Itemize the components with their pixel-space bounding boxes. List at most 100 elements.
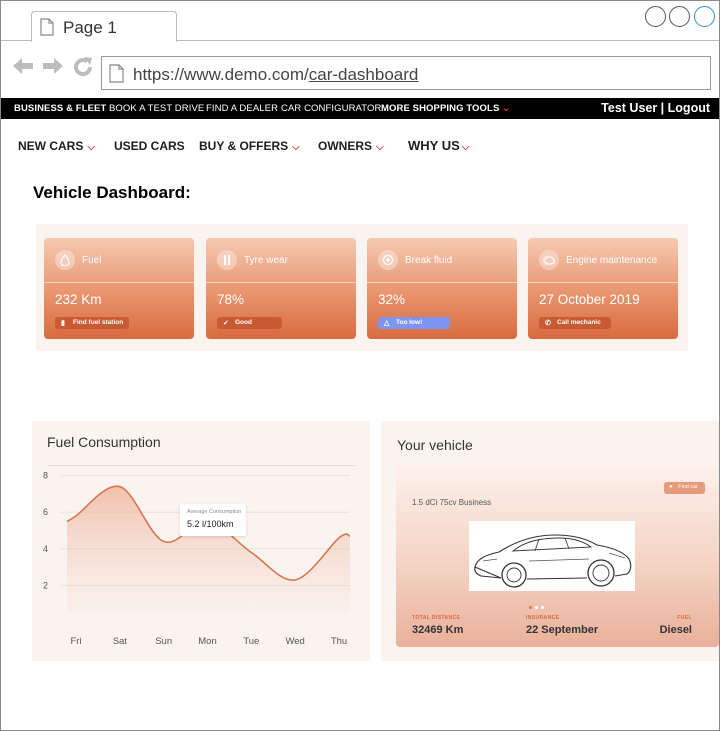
url-text: https://www.demo.com/car-dashboard [133, 65, 418, 85]
user-logout-link[interactable]: Test User | Logout [601, 101, 710, 115]
nav-used-cars[interactable]: USED CARS [114, 139, 185, 153]
stat-value: 22 September [526, 624, 599, 636]
card-label: Engine maintenance [566, 255, 658, 266]
chevron-down-icon: ⌵ [461, 142, 470, 153]
fuel-pump-icon: ▮ [61, 320, 65, 327]
back-arrow-icon[interactable] [11, 55, 35, 77]
call-mechanic-button[interactable]: ✆ Call mechanic [539, 317, 611, 329]
vehicle-card: 1.5 dCi 75cv Business ● Find car TOTAL D… [396, 465, 719, 647]
tooltip-value: 5.2 l/100km [187, 519, 234, 529]
card-value: 32% [378, 292, 406, 307]
fuel-card[interactable]: Fuel 232 Km ▮ Find fuel station [44, 238, 194, 339]
phone-icon: ✆ [545, 320, 551, 327]
browser-tab[interactable]: Page 1 [31, 11, 177, 42]
topbar-item-configurator[interactable]: CAR CONFIGURATOR [281, 103, 381, 114]
tyre-card[interactable]: Tyre wear 78% ✓ Good [206, 238, 356, 339]
nav-label: BUY & OFFERS [199, 139, 289, 153]
warning-badge: △ Too low! [378, 317, 451, 329]
main-nav: NEW CARS ⌵ USED CARS BUY & OFFERS ⌵ OWNERS… [1, 119, 719, 169]
stat-value: 32469 Km [412, 624, 464, 636]
topbar-item-more-tools[interactable]: MORE SHOPPING TOOLS ⌄ [381, 103, 510, 114]
fuel-consumption-panel: Fuel Consumption [32, 421, 370, 661]
engine-card[interactable]: Engine maintenance 27 October 2019 ✆ Call… [528, 238, 678, 339]
card-label: Break fluid [405, 255, 453, 266]
reload-icon[interactable] [71, 55, 95, 79]
find-fuel-station-button[interactable]: ▮ Find fuel station [55, 317, 130, 329]
carousel-dot[interactable] [529, 606, 532, 609]
nav-why-us[interactable]: WHY US ⌵ [408, 138, 469, 153]
badge-label: Find fuel station [73, 319, 124, 326]
divider [47, 465, 355, 466]
topbar-item-find-dealer[interactable]: FIND A DEALER [206, 103, 278, 114]
card-value: 232 Km [55, 292, 102, 307]
stat-label: TOTAL DISTANCE [412, 615, 461, 621]
nav-label: USED CARS [114, 139, 185, 153]
vehicle-title: Your vehicle [397, 437, 473, 453]
stat-total-distance: TOTAL DISTANCE 32469 Km [412, 615, 463, 636]
stat-label: INSURANCE [526, 615, 560, 621]
nav-buy-offers[interactable]: BUY & OFFERS ⌵ [199, 139, 300, 153]
stat-label: FUEL [677, 615, 692, 621]
stat-fuel: FUEL Diesel [660, 615, 692, 636]
status-cards-panel: Fuel 232 Km ▮ Find fuel station Tyre wear… [36, 224, 688, 351]
tooltip-label: Average Consumption [187, 509, 242, 515]
find-car-label: Find car [678, 484, 698, 490]
minimize-button[interactable] [645, 6, 666, 27]
nav-label: NEW CARS [18, 139, 84, 153]
card-label: Tyre wear [244, 255, 288, 266]
location-pin-icon: ● [669, 484, 673, 490]
page-icon [40, 18, 54, 36]
carousel-dot[interactable] [535, 606, 538, 609]
find-car-button[interactable]: ● Find car [664, 482, 705, 494]
tyre-icon [217, 250, 237, 270]
nav-owners[interactable]: OWNERS ⌵ [318, 139, 384, 153]
vehicle-model: 1.5 dCi 75cv Business [412, 498, 492, 507]
brake-fluid-card[interactable]: Break fluid 32% △ Too low! [367, 238, 517, 339]
badge-label: Good [235, 319, 252, 326]
card-header: Tyre wear [206, 238, 356, 283]
badge-label: Call mechanic [557, 319, 601, 326]
forward-arrow-icon[interactable] [41, 55, 65, 77]
nav-label: WHY US [408, 138, 460, 153]
chevron-down-icon: ⌵ [87, 142, 95, 153]
check-icon: ✓ [223, 320, 229, 327]
carousel-dots[interactable] [529, 596, 547, 614]
car-image [469, 521, 635, 591]
url-input[interactable]: https://www.demo.com/car-dashboard [101, 56, 711, 90]
card-value: 78% [217, 292, 245, 307]
card-header: Fuel [44, 238, 194, 283]
car-sketch-icon [474, 534, 632, 588]
more-tools-label: MORE SHOPPING TOOLS [381, 103, 500, 114]
nav-label: OWNERS [318, 139, 372, 153]
url-base: https://www.demo.com/ [133, 65, 309, 84]
chevron-down-icon: ⌄ [502, 103, 511, 114]
status-badge: ✓ Good [217, 317, 282, 329]
chart-tooltip: Average Consumption 5.2 l/100km [180, 504, 246, 536]
card-value: 27 October 2019 [539, 292, 640, 307]
browser-window: Page 1 https://www.demo.com/car-dashboar… [0, 0, 720, 731]
nav-new-cars[interactable]: NEW CARS ⌵ [18, 139, 95, 153]
chart-title: Fuel Consumption [47, 434, 161, 450]
close-button[interactable] [694, 6, 715, 27]
card-label: Fuel [82, 255, 102, 266]
chevron-down-icon: ⌵ [292, 142, 300, 153]
tab-bar: Page 1 [1, 1, 719, 42]
stat-value: Diesel [659, 624, 692, 636]
stat-insurance: INSURANCE 22 September [526, 615, 598, 636]
fuel-drop-icon [55, 250, 75, 270]
page-title: Vehicle Dashboard: [33, 183, 191, 202]
address-bar: https://www.demo.com/car-dashboard [1, 42, 719, 96]
brake-disc-icon [378, 250, 398, 270]
page-icon [109, 64, 124, 83]
warning-icon: △ [384, 320, 390, 327]
maximize-button[interactable] [669, 6, 690, 27]
tab-title: Page 1 [63, 18, 117, 37]
carousel-dot[interactable] [541, 606, 544, 609]
utility-bar: BUSINESS & FLEET BOOK A TEST DRIVE FIND … [1, 98, 719, 119]
topbar-item-business-fleet[interactable]: BUSINESS & FLEET [14, 103, 106, 114]
topbar-item-test-drive[interactable]: BOOK A TEST DRIVE [109, 103, 204, 114]
card-header: Break fluid [367, 238, 517, 283]
engine-icon [539, 250, 559, 270]
url-path: car-dashboard [308, 65, 419, 84]
badge-label: Too low! [396, 319, 423, 326]
